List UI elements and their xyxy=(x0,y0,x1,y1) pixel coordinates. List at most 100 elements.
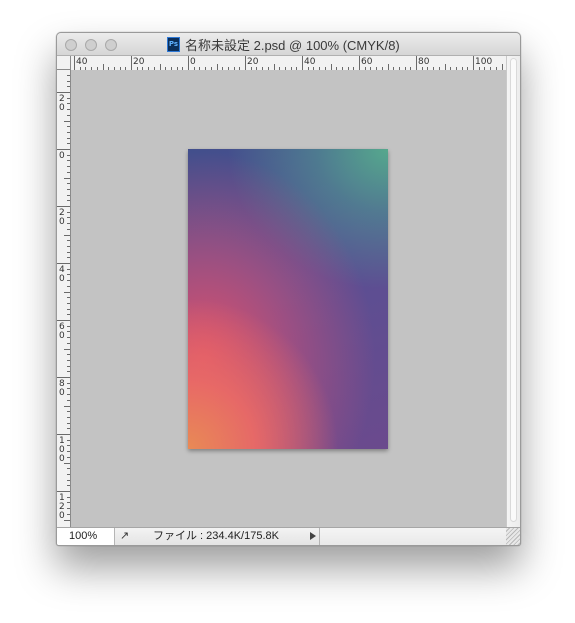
ruler-tick xyxy=(67,302,70,304)
status-menu-arrow-icon[interactable] xyxy=(310,532,316,540)
ruler-label: 0 xyxy=(59,151,65,161)
ruler-tick xyxy=(67,257,70,259)
ruler-tick xyxy=(67,468,70,470)
zoom-level-field[interactable]: 100% xyxy=(57,528,115,545)
share-export-icon[interactable]: ↗ xyxy=(120,530,133,542)
ruler-tick xyxy=(302,56,303,70)
ruler-label: 0 xyxy=(190,57,196,67)
ruler-tick xyxy=(67,297,70,299)
ruler-tick xyxy=(57,263,70,264)
ruler-tick xyxy=(67,508,70,510)
close-button[interactable] xyxy=(65,39,77,51)
ruler-tick xyxy=(67,285,70,287)
ruler-tick xyxy=(67,217,70,219)
ruler-tick xyxy=(67,280,70,282)
ruler-tick xyxy=(64,120,70,122)
ruler-tick xyxy=(57,377,70,378)
ruler-tick xyxy=(67,211,70,213)
ruler-label: 8 0 xyxy=(59,379,65,398)
ruler-tick xyxy=(67,371,70,373)
ruler-tick xyxy=(64,291,70,293)
horizontal-ruler[interactable]: 40 20 0 20 40 60 80 100 xyxy=(71,56,506,71)
ruler-tick xyxy=(67,103,70,105)
ruler-tick xyxy=(67,171,70,173)
ruler-label: 4 0 xyxy=(59,265,65,284)
ruler-tick xyxy=(67,314,70,316)
minimize-button[interactable] xyxy=(85,39,97,51)
ruler-tick xyxy=(67,114,70,116)
ruler-origin[interactable] xyxy=(57,56,71,70)
vertical-scroll-thumb[interactable] xyxy=(510,58,517,522)
ruler-tick xyxy=(67,479,70,481)
ruler-tick xyxy=(245,56,246,70)
ruler-tick xyxy=(67,428,70,430)
horizontal-scrollbar[interactable] xyxy=(319,528,507,545)
ruler-tick xyxy=(67,513,70,515)
ruler-tick xyxy=(416,56,417,70)
ruler-label: 20 xyxy=(247,57,259,67)
ruler-tick xyxy=(67,308,70,310)
ruler-tick xyxy=(67,342,70,344)
ruler-tick xyxy=(67,354,70,356)
ruler-tick xyxy=(67,137,70,139)
ruler-tick xyxy=(67,194,70,196)
ruler-tick xyxy=(64,405,70,407)
ruler-tick xyxy=(57,320,70,321)
ruler-tick xyxy=(67,240,70,242)
ruler-tick xyxy=(67,109,70,111)
ruler-tick xyxy=(67,188,70,190)
ruler-tick xyxy=(67,399,70,401)
resize-grip[interactable] xyxy=(506,528,520,545)
ruler-label: 2 0 xyxy=(59,94,65,113)
ruler-tick xyxy=(67,97,70,99)
status-bar: 100% ↗ ファイル : 234.4K/175.8K xyxy=(57,527,520,545)
ruler-tick xyxy=(67,485,70,487)
ruler-tick xyxy=(67,131,70,133)
ruler-tick xyxy=(67,445,70,447)
ruler-label: 40 xyxy=(304,57,316,67)
ruler-tick xyxy=(67,337,70,339)
ruler-tick xyxy=(67,200,70,202)
ruler-tick xyxy=(67,331,70,333)
ruler-tick xyxy=(188,56,189,70)
ruler-label: 2 0 xyxy=(59,208,65,227)
document-canvas-gradient[interactable] xyxy=(188,149,388,449)
ruler-tick xyxy=(131,56,132,70)
ruler-tick xyxy=(67,359,70,361)
ruler-tick xyxy=(67,86,70,88)
window-title-group: Ps 名称未設定 2.psd @ 100% (CMYK/8) xyxy=(167,36,400,53)
title-bar[interactable]: Ps 名称未設定 2.psd @ 100% (CMYK/8) xyxy=(57,33,520,56)
ruler-tick xyxy=(67,74,70,76)
ruler-tick xyxy=(67,473,70,475)
ruler-tick xyxy=(67,274,70,276)
vertical-ruler[interactable]: 2 0 0 2 0 4 0 6 0 8 0 1 0 0 1 2 0 xyxy=(57,70,71,527)
ruler-tick xyxy=(67,166,70,168)
ruler-tick xyxy=(64,348,70,350)
ruler-tick xyxy=(67,228,70,230)
zoom-button[interactable] xyxy=(105,39,117,51)
ruler-label: 1 0 0 xyxy=(59,436,65,464)
ruler-tick xyxy=(67,451,70,453)
canvas-area[interactable] xyxy=(71,70,506,527)
ruler-tick xyxy=(67,439,70,441)
ruler-tick xyxy=(359,56,360,70)
ruler-tick xyxy=(64,177,70,179)
ruler-tick xyxy=(67,245,70,247)
ruler-label: 40 xyxy=(76,57,88,67)
document-window: Ps 名称未設定 2.psd @ 100% (CMYK/8) 40 20 0 20 40… xyxy=(56,32,521,546)
photoshop-document-icon: Ps xyxy=(167,36,180,52)
vertical-scrollbar[interactable] xyxy=(506,56,520,527)
ruler-label: 1 2 0 xyxy=(59,493,65,521)
ruler-tick xyxy=(67,496,70,498)
ruler-tick xyxy=(67,422,70,424)
window-title: 名称未設定 2.psd @ 100% (CMYK/8) xyxy=(185,37,400,53)
ruler-tick xyxy=(64,234,70,236)
ruler-label: 80 xyxy=(418,57,430,67)
file-size-info: ファイル : 234.4K/175.8K xyxy=(153,530,279,542)
ruler-tick xyxy=(67,154,70,156)
ruler-tick xyxy=(74,56,75,70)
ruler-tick xyxy=(57,491,70,492)
ruler-tick xyxy=(473,56,474,70)
ruler-tick xyxy=(67,388,70,390)
ruler-tick xyxy=(67,160,70,162)
